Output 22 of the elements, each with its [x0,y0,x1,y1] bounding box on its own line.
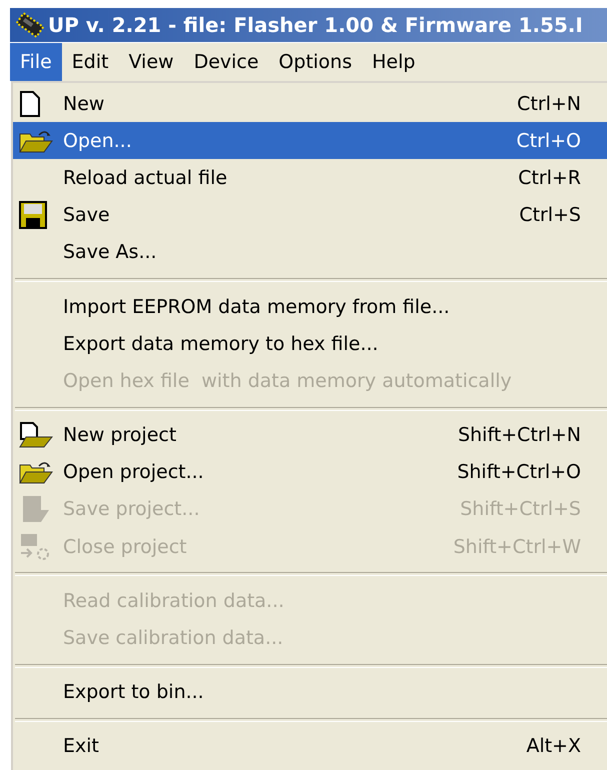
menu-tab[interactable]: Device [184,43,269,81]
menu-item[interactable]: Open project... Shift+Ctrl+O [13,454,607,491]
menu-item[interactable]: Save As... [13,234,607,271]
menu-item[interactable]: Reload actual file Ctrl+R [13,159,607,197]
menu-item[interactable]: Export data memory to hex file... [13,325,607,362]
document-icon [19,90,41,117]
menu-tab[interactable]: Edit [62,43,119,81]
menu-tab[interactable]: Help [362,43,426,81]
menu-item[interactable]: New Ctrl+N [13,85,607,122]
window-title: UP v. 2.21 - file: Flasher 1.00 & Firmware 1.55.I [48,13,583,37]
menu-item[interactable]: New project Shift+Ctrl+N [13,416,607,454]
menu-item[interactable]: Exit Alt+X [13,728,607,765]
menu-item[interactable]: Open... Ctrl+O [13,122,607,160]
menu-item[interactable]: Export to bin... [13,674,607,711]
project-folder-icon [19,422,53,448]
menu-item[interactable]: Import EEPROM data memory from file... [13,288,607,326]
menu-tab[interactable]: View [118,43,184,81]
menu-tab[interactable]: File [10,43,62,81]
folder-icon [19,460,53,484]
menu-tab[interactable]: Options [268,43,362,81]
menu-item[interactable]: Save Ctrl+S [13,196,607,234]
folder-icon [19,128,53,153]
